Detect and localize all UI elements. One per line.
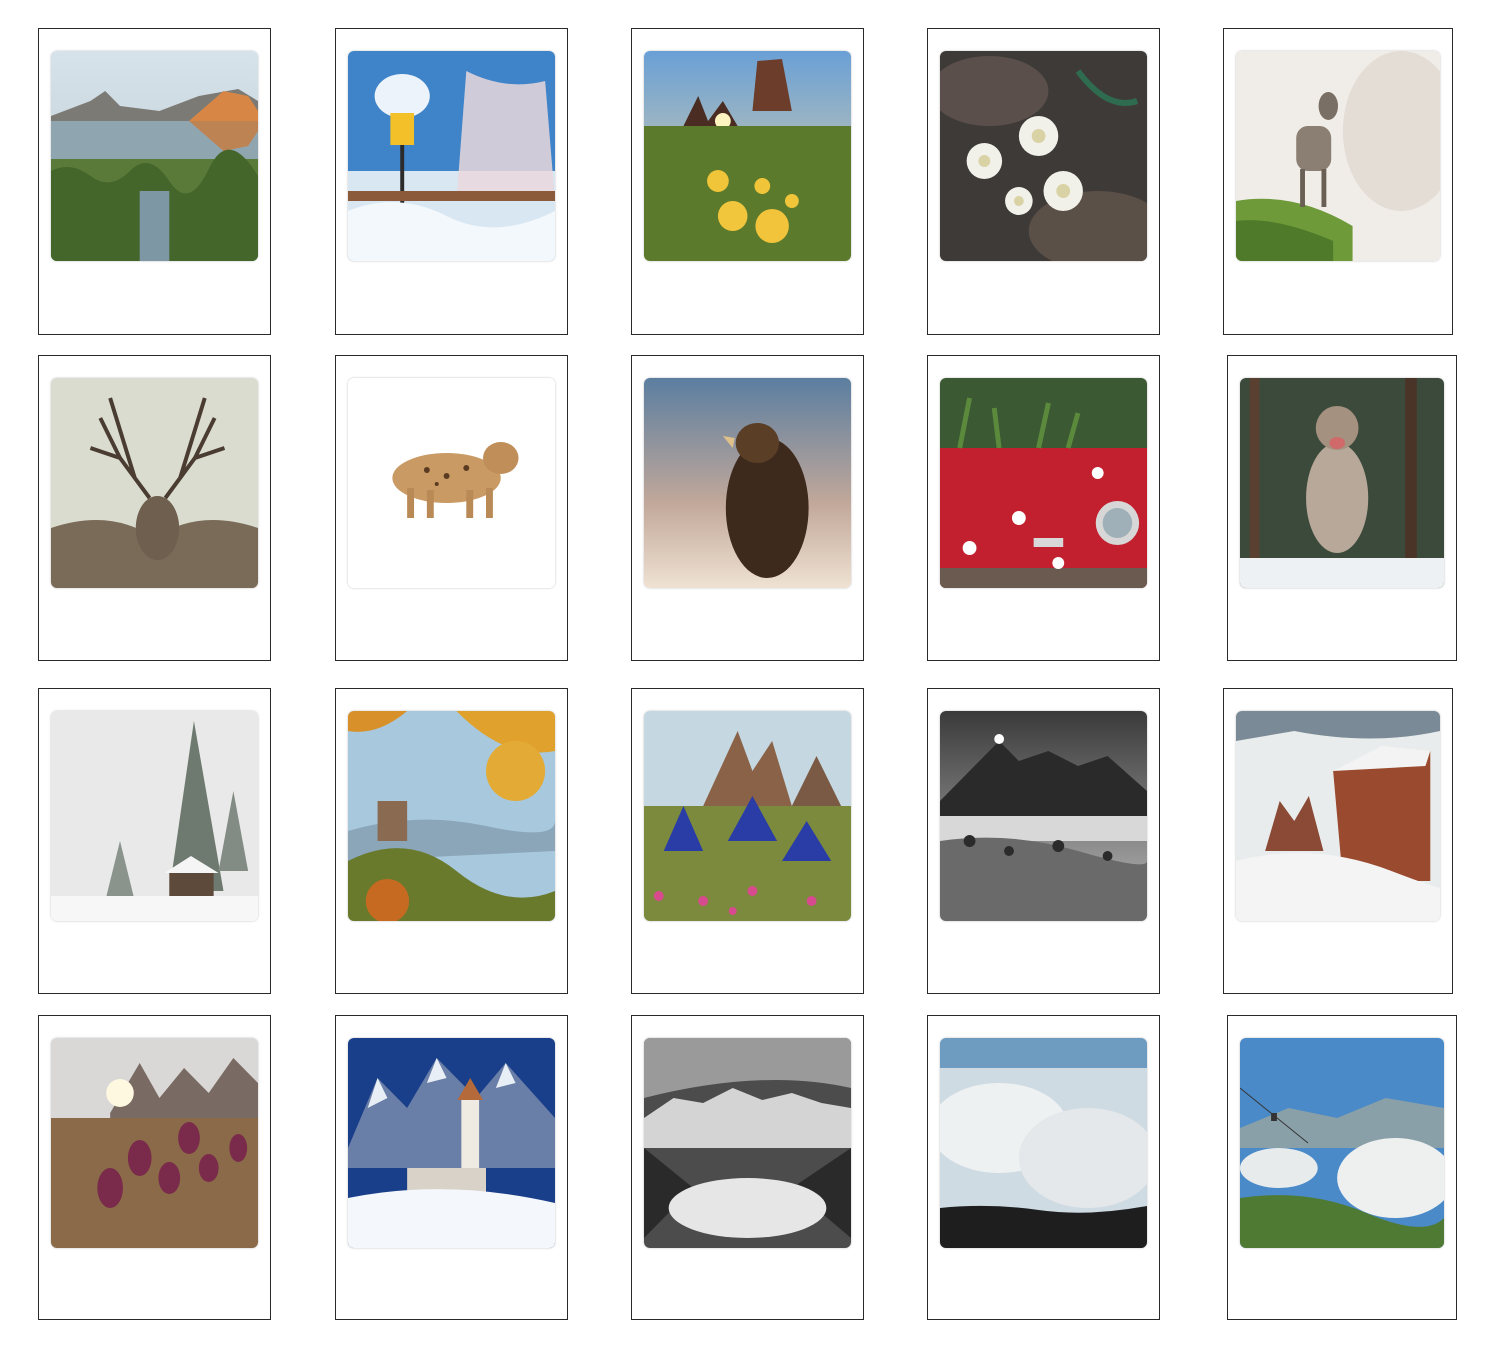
photo-lynx [348, 378, 555, 588]
photo-edelweiss [940, 51, 1147, 261]
photo-red-deer [51, 378, 258, 588]
photo-wolf [1240, 378, 1444, 588]
photo-frame-17[interactable] [335, 1015, 568, 1320]
photo-frame-7[interactable] [335, 355, 568, 661]
photo-cable-car-valley [1240, 1038, 1444, 1248]
photo-frame-1[interactable] [38, 28, 271, 335]
photo-snowy-firs [51, 711, 258, 921]
photo-frame-5[interactable] [1223, 28, 1453, 335]
photo-frame-18[interactable] [631, 1015, 864, 1320]
photo-frame-4[interactable] [927, 28, 1160, 335]
photo-church-winter [348, 1038, 555, 1248]
photo-frame-12[interactable] [335, 688, 568, 994]
photo-red-fiat [940, 378, 1147, 588]
photo-frame-16[interactable] [38, 1015, 271, 1320]
photo-frame-6[interactable] [38, 355, 271, 661]
photo-red-cliffs-clouds [1236, 711, 1440, 921]
photo-frame-8[interactable] [631, 355, 864, 661]
photo-mountain-lake [51, 51, 258, 261]
photo-pasque-flowers [51, 1038, 258, 1248]
photo-frame-3[interactable] [631, 28, 864, 335]
photo-frame-13[interactable] [631, 688, 864, 994]
photo-frame-14[interactable] [927, 688, 1160, 994]
photo-frame-11[interactable] [38, 688, 271, 994]
photo-snowy-lamp [348, 51, 555, 261]
photo-gentians-peaks [644, 711, 851, 921]
photo-young-ibex [1236, 51, 1440, 261]
photo-frame-2[interactable] [335, 28, 568, 335]
photo-frame-15[interactable] [1223, 688, 1453, 994]
photo-golden-eagle [644, 378, 851, 588]
photo-frame-9[interactable] [927, 355, 1160, 661]
photo-frame-10[interactable] [1227, 355, 1457, 661]
photo-misty-meadow-bw [940, 711, 1147, 921]
photo-sunrise-rocks [644, 51, 851, 261]
photo-clouds-ridge [940, 1038, 1147, 1248]
photo-frame-20[interactable] [1227, 1015, 1457, 1320]
photo-mountain-fog-bw [644, 1038, 851, 1248]
photo-frame-19[interactable] [927, 1015, 1160, 1320]
photo-castle-autumn [348, 711, 555, 921]
